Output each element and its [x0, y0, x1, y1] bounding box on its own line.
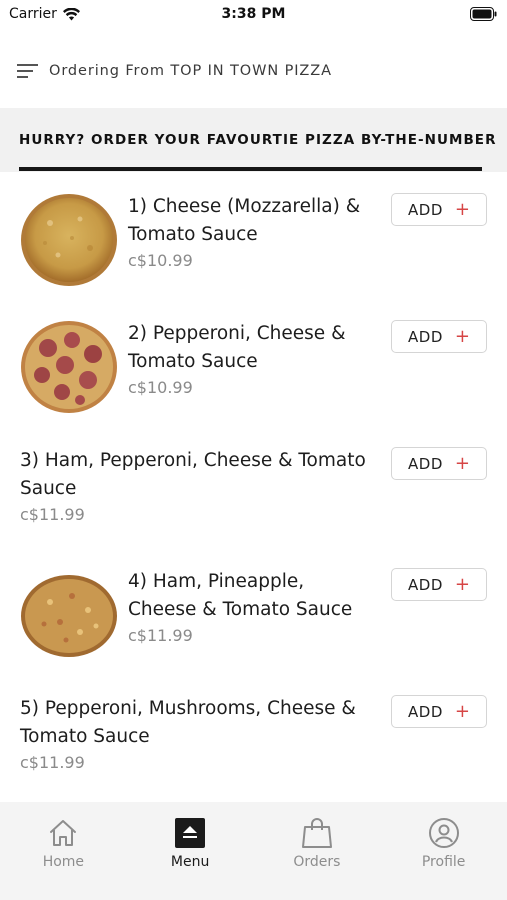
menu-icon: [174, 817, 206, 849]
tab-label: Profile: [421, 854, 466, 870]
hamburger-menu-icon[interactable]: [17, 63, 39, 81]
menu-item[interactable]: 2) Pepperoni, Cheese & Tomato Sauce c$10…: [0, 300, 507, 427]
plus-icon: +: [454, 325, 470, 347]
item-name: 4) Ham, Pineapple, Cheese & Tomato Sauce: [128, 571, 353, 620]
plus-icon: +: [454, 198, 470, 220]
menu-item[interactable]: 4) Ham, Pineapple, Cheese & Tomato Sauce…: [0, 548, 507, 675]
add-button-label: ADD: [408, 327, 443, 346]
item-name: 5) Pepperoni, Mushrooms, Cheese & Tomato…: [20, 698, 356, 747]
item-price: c$11.99: [128, 626, 193, 645]
banner-divider: [19, 167, 482, 171]
item-text: 2) Pepperoni, Cheese & Tomato Sauce c$10…: [128, 320, 378, 397]
tab-label: Menu: [170, 854, 210, 870]
item-name: 1) Cheese (Mozzarella) & Tomato Sauce: [128, 196, 361, 245]
header: Ordering From TOP IN TOWN PIZZA: [0, 40, 507, 108]
item-text: 1) Cheese (Mozzarella) & Tomato Sauce c$…: [128, 193, 378, 270]
add-button[interactable]: ADD +: [391, 320, 487, 353]
tab-label: Home: [42, 854, 85, 870]
tab-orders[interactable]: Orders: [254, 802, 381, 900]
battery-icon: [470, 7, 497, 21]
tab-label: Orders: [293, 854, 341, 870]
item-text: 3) Ham, Pepperoni, Cheese & Tomato Sauce…: [20, 447, 370, 524]
item-price: c$11.99: [20, 753, 85, 772]
item-price: c$11.99: [20, 505, 85, 524]
status-bar: Carrier 3:38 PM: [0, 0, 507, 30]
item-name: 2) Pepperoni, Cheese & Tomato Sauce: [128, 323, 346, 372]
tab-home[interactable]: Home: [0, 802, 127, 900]
tab-menu[interactable]: Menu: [127, 802, 254, 900]
tab-bar: Home Menu Orders Profile: [0, 802, 507, 900]
add-button-label: ADD: [408, 200, 443, 219]
item-text: 5) Pepperoni, Mushrooms, Cheese & Tomato…: [20, 695, 370, 772]
item-price: c$10.99: [128, 378, 193, 397]
menu-item[interactable]: 5) Pepperoni, Mushrooms, Cheese & Tomato…: [0, 675, 507, 802]
item-price: c$10.99: [128, 251, 193, 270]
header-title[interactable]: Ordering From TOP IN TOWN PIZZA: [49, 63, 332, 79]
add-button[interactable]: ADD +: [391, 695, 487, 728]
cheese-pizza-image: [21, 194, 117, 286]
profile-icon: [428, 817, 460, 849]
banner-text: HURRY? ORDER YOUR FAVOURTIE PIZZA BY-THE…: [19, 132, 497, 148]
promo-banner: HURRY? ORDER YOUR FAVOURTIE PIZZA BY-THE…: [0, 108, 507, 172]
plus-icon: +: [454, 573, 470, 595]
item-text: 4) Ham, Pineapple, Cheese & Tomato Sauce…: [128, 568, 378, 645]
menu-list[interactable]: 1) Cheese (Mozzarella) & Tomato Sauce c$…: [0, 172, 507, 802]
shopping-bag-icon: [301, 817, 333, 849]
item-name: 3) Ham, Pepperoni, Cheese & Tomato Sauce: [20, 450, 366, 499]
add-button[interactable]: ADD +: [391, 447, 487, 480]
status-time: 3:38 PM: [221, 6, 286, 22]
home-icon: [47, 817, 79, 849]
tab-profile[interactable]: Profile: [380, 802, 507, 900]
menu-item[interactable]: 1) Cheese (Mozzarella) & Tomato Sauce c$…: [0, 172, 507, 300]
menu-item[interactable]: 3) Ham, Pepperoni, Cheese & Tomato Sauce…: [0, 427, 507, 548]
plus-icon: +: [454, 452, 470, 474]
add-button-label: ADD: [408, 454, 443, 473]
plus-icon: +: [454, 700, 470, 722]
add-button-label: ADD: [408, 575, 443, 594]
add-button[interactable]: ADD +: [391, 193, 487, 226]
add-button[interactable]: ADD +: [391, 568, 487, 601]
add-button-label: ADD: [408, 702, 443, 721]
pepperoni-pizza-image: [21, 321, 117, 413]
hawaiian-pizza-image: [21, 575, 117, 657]
